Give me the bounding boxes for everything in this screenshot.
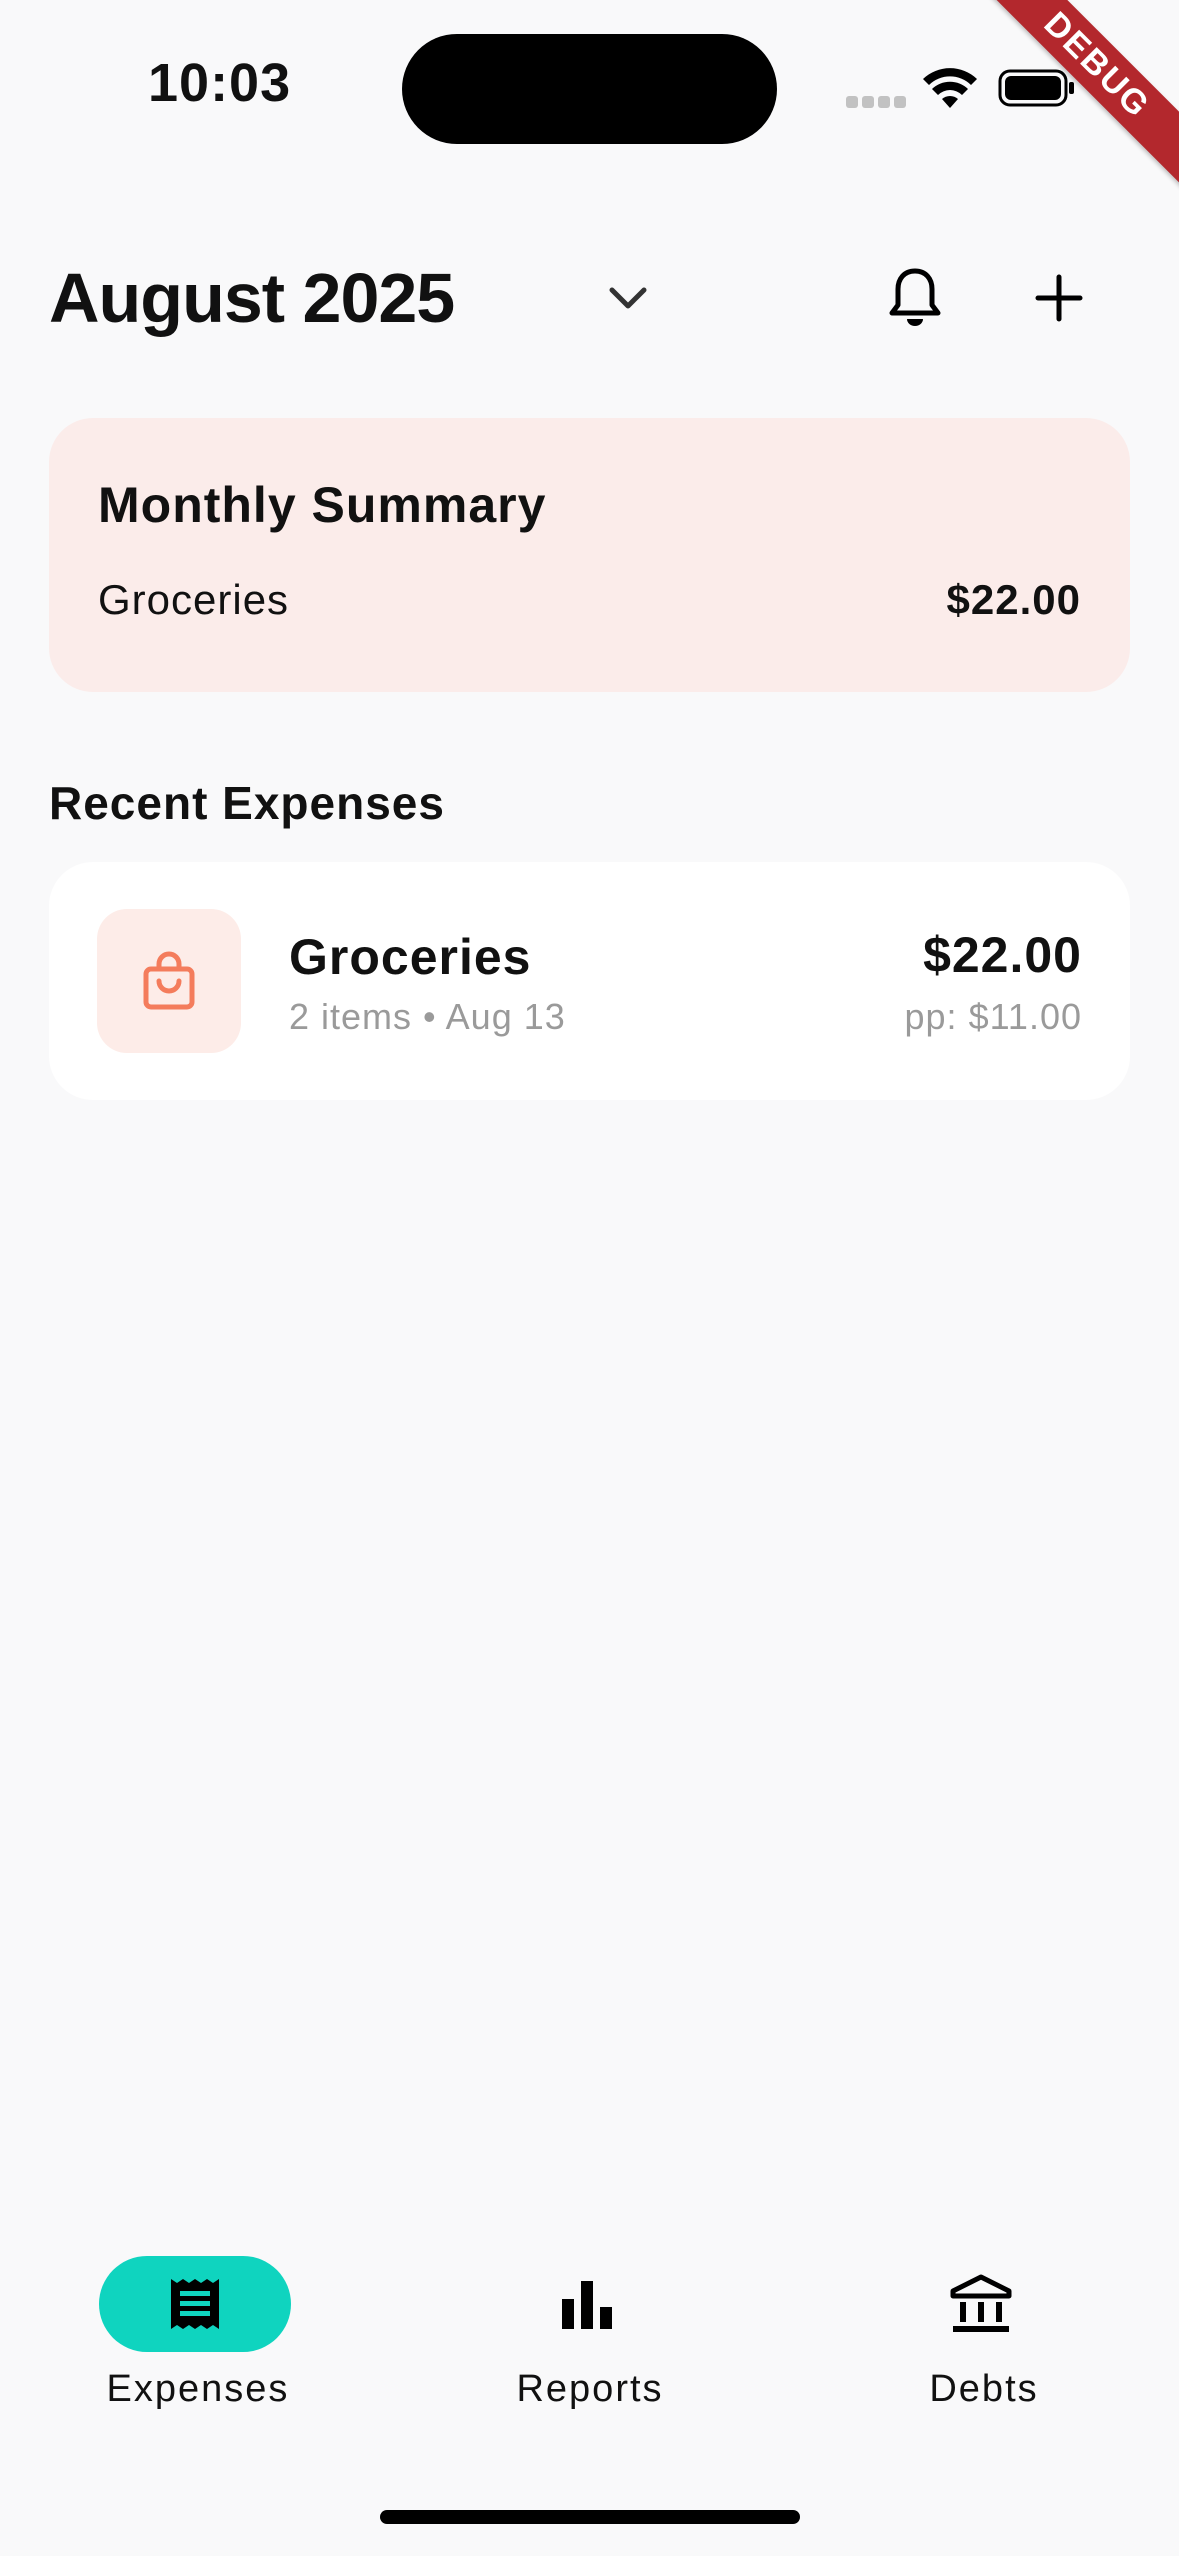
nav-tab-reports-indicator: [491, 2256, 683, 2352]
nav-tab-debts[interactable]: Debts: [834, 2256, 1134, 2416]
home-indicator[interactable]: [380, 2510, 800, 2524]
nav-tab-debts-label: Debts: [929, 2368, 1039, 2410]
expense-meta: 2 items • Aug 13: [289, 996, 566, 1037]
summary-title: Monthly Summary: [98, 477, 547, 533]
recent-expenses-heading: Recent Expenses: [49, 777, 445, 829]
notifications-button[interactable]: [880, 262, 950, 334]
plus-icon: [1035, 274, 1083, 322]
bank-icon: [950, 2274, 1012, 2332]
nav-tab-reports[interactable]: Reports: [440, 2256, 740, 2416]
nav-tab-expenses-indicator: [99, 2256, 291, 2352]
cellular-signal-icon: [846, 96, 906, 108]
month-title[interactable]: August 2025: [49, 258, 455, 338]
battery-icon: [998, 69, 1074, 107]
nav-tab-debts-indicator: [885, 2256, 1077, 2352]
expense-amount: $22.00: [923, 927, 1082, 983]
summary-category-label: Groceries: [98, 576, 290, 623]
add-expense-button[interactable]: [1024, 262, 1094, 334]
bell-icon: [889, 268, 941, 326]
receipt-icon: [171, 2279, 219, 2329]
month-dropdown-button[interactable]: [598, 268, 658, 328]
expenses-screen: 10:03 DEBUG August 2025 Monthly Summary …: [0, 0, 1179, 2556]
nav-tab-expenses-label: Expenses: [106, 2368, 290, 2410]
dynamic-island: [402, 34, 777, 144]
expense-category-icon-box: [97, 909, 241, 1053]
expense-per-person: pp: $11.00: [904, 996, 1082, 1037]
nav-tab-reports-label: Reports: [516, 2368, 664, 2410]
bar-chart-icon: [562, 2281, 612, 2329]
shopping-bag-icon: [143, 951, 195, 1010]
summary-category-amount: $22.00: [946, 576, 1081, 623]
expense-list-item[interactable]: Groceries 2 items • Aug 13 $22.00 pp: $1…: [49, 862, 1130, 1100]
chevron-down-icon: [609, 287, 647, 309]
wifi-icon: [923, 68, 977, 108]
status-time: 10:03: [148, 53, 292, 113]
expense-name: Groceries: [289, 929, 532, 985]
nav-tab-expenses[interactable]: Expenses: [48, 2256, 348, 2416]
monthly-summary-card: Monthly Summary Groceries $22.00: [49, 418, 1130, 692]
